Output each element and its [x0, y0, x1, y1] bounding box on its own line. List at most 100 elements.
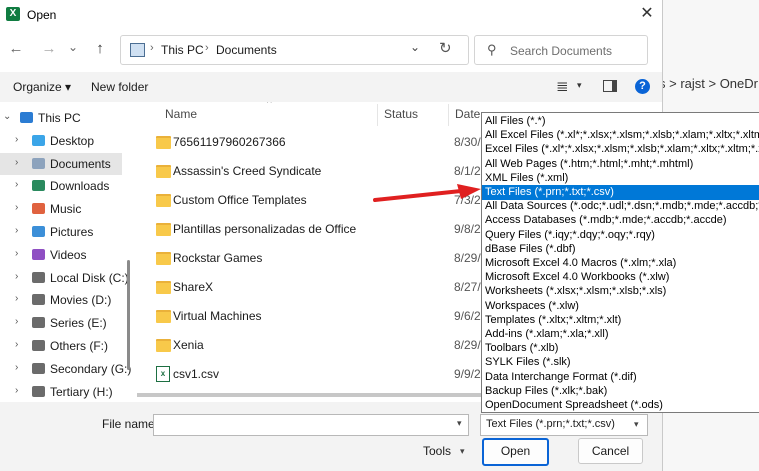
organize-button[interactable]: Organize ▾	[13, 80, 71, 94]
file-type-option[interactable]: Excel Files (*.xl*;*.xlsx;*.xlsm;*.xlsb;…	[482, 142, 759, 157]
navigation-scrollbar[interactable]	[127, 260, 130, 370]
chevron-right-icon[interactable]: ›	[15, 385, 18, 396]
column-header-status[interactable]: Status	[384, 107, 418, 121]
help-icon[interactable]: ?	[635, 79, 650, 94]
sidebar-item[interactable]: › Secondary (G:)	[0, 358, 131, 380]
folder-row[interactable]: Plantillas personalizadas de Office 9/8/2	[137, 214, 482, 243]
file-type-option[interactable]: Templates (*.xltx;*.xltm;*.xlt)	[482, 313, 759, 328]
file-type-option[interactable]: Microsoft Excel 4.0 Macros (*.xlm;*.xla)	[482, 256, 759, 271]
search-input[interactable]: Search Documents	[510, 44, 612, 58]
view-options-caret-icon[interactable]: ▾	[577, 80, 582, 91]
close-icon[interactable]: ✕	[636, 4, 658, 24]
folder-row[interactable]: Xenia 8/29/	[137, 330, 482, 359]
file-type-option[interactable]: Microsoft Excel 4.0 Workbooks (*.xlw)	[482, 270, 759, 285]
sidebar-item-label: Videos	[50, 247, 87, 262]
file-type-option[interactable]: All Data Sources (*.odc;*.udl;*.dsn;*.md…	[482, 199, 759, 214]
folder-icon	[156, 252, 171, 265]
sidebar-item[interactable]: › Pictures	[0, 221, 122, 243]
sidebar-item[interactable]: › Documents	[0, 152, 122, 175]
recent-locations-button[interactable]: ⌄	[62, 36, 84, 58]
cancel-button[interactable]: Cancel	[578, 438, 643, 464]
file-type-option[interactable]: All Web Pages (*.htm;*.html;*.mht;*.mhtm…	[482, 157, 759, 172]
chevron-right-icon[interactable]: ›	[15, 271, 18, 282]
file-type-select[interactable]: Text Files (*.prn;*.txt;*.csv) ▾	[480, 414, 648, 436]
column-divider[interactable]	[448, 104, 449, 126]
file-type-option[interactable]: Data Interchange Format (*.dif)	[482, 370, 759, 385]
file-type-option[interactable]: Toolbars (*.xlb)	[482, 341, 759, 356]
address-bar[interactable]: › This PC › Documents ⌄ ↻	[120, 35, 469, 65]
chevron-right-icon[interactable]: ›	[15, 362, 18, 373]
column-divider[interactable]	[377, 104, 378, 126]
open-button[interactable]: Open	[482, 438, 549, 466]
annotation-arrow-icon	[373, 184, 481, 202]
navigation-pane: ⌄ This PC › Desktop › Documents › Downloads › Mus…	[0, 102, 132, 402]
chevron-right-icon[interactable]: ›	[15, 293, 18, 304]
chevron-right-icon[interactable]: ›	[15, 202, 18, 213]
file-list-horizontal-scrollbar[interactable]	[137, 393, 482, 397]
chevron-down-icon[interactable]: ⌄	[3, 111, 11, 122]
file-name: 76561197960267366	[173, 135, 286, 149]
file-type-option[interactable]: dBase Files (*.dbf)	[482, 242, 759, 257]
sidebar-item[interactable]: › Music	[0, 198, 122, 220]
sidebar-item[interactable]: › Videos	[0, 244, 122, 266]
sidebar-item[interactable]: › Tertiary (H:)	[0, 381, 122, 403]
file-type-option[interactable]: XML Files (*.xml)	[482, 171, 759, 186]
file-type-option[interactable]: All Files (*.*)	[482, 114, 759, 129]
sidebar-item[interactable]: › Movies (D:)	[0, 289, 122, 311]
folder-row[interactable]: Assassin's Creed Syndicate 8/1/2	[137, 156, 482, 185]
file-type-option[interactable]: Workspaces (*.xlw)	[482, 299, 759, 314]
forward-button[interactable]: →	[38, 38, 60, 60]
file-date-modified: 8/29/	[454, 251, 481, 265]
sidebar-item[interactable]: › Downloads	[0, 175, 122, 197]
file-type-option[interactable]: OpenDocument Spreadsheet (*.ods)	[482, 398, 759, 412]
file-type-option[interactable]: Text Files (*.prn;*.txt;*.csv)	[482, 185, 759, 200]
sidebar-item[interactable]: › Local Disk (C:)	[0, 267, 129, 289]
file-type-option[interactable]: Access Databases (*.mdb;*.mde;*.accdb;*.…	[482, 213, 759, 228]
sidebar-item[interactable]: › Desktop	[0, 130, 122, 152]
chevron-right-icon[interactable]: ›	[15, 179, 18, 190]
column-header-date-modified[interactable]: Date modified	[455, 107, 482, 121]
file-type-option[interactable]: Backup Files (*.xlk;*.bak)	[482, 384, 759, 399]
chevron-right-icon[interactable]: ›	[15, 339, 18, 350]
chevron-right-icon[interactable]: ›	[15, 316, 18, 327]
file-type-option[interactable]: Add-ins (*.xlam;*.xla;*.xll)	[482, 327, 759, 342]
back-button[interactable]: ←	[5, 38, 27, 60]
file-name-dropdown-icon[interactable]: ▾	[457, 418, 462, 429]
view-options-icon[interactable]: ≣	[556, 77, 569, 95]
folder-row[interactable]: ShareX 8/27/	[137, 272, 482, 301]
column-header-name[interactable]: Name	[165, 107, 197, 121]
sidebar-item[interactable]: ⌄ This PC	[0, 107, 122, 129]
folder-row[interactable]: Virtual Machines 9/6/2	[137, 301, 482, 330]
refresh-icon[interactable]: ↻	[439, 39, 452, 57]
breadcrumb-documents[interactable]: Documents	[216, 43, 277, 57]
file-name-input[interactable]: ▾	[153, 414, 469, 436]
tools-caret-icon[interactable]: ▾	[460, 446, 465, 457]
chevron-right-icon[interactable]: ›	[15, 134, 18, 145]
new-folder-button[interactable]: New folder	[91, 80, 148, 94]
file-type-option[interactable]: SYLK Files (*.slk)	[482, 355, 759, 370]
file-row[interactable]: x csv1.csv 9/9/2	[137, 359, 482, 388]
file-type-option[interactable]: Query Files (*.iqy;*.dqy;*.oqy;*.rqy)	[482, 228, 759, 243]
file-type-option[interactable]: Worksheets (*.xlsx;*.xlsm;*.xlsb;*.xls)	[482, 284, 759, 299]
sidebar-item-label: Desktop	[50, 133, 95, 148]
folder-row[interactable]: Rockstar Games 8/29/	[137, 243, 482, 272]
preview-pane-icon[interactable]	[603, 80, 617, 92]
sidebar-item[interactable]: › Series (E:)	[0, 312, 122, 334]
tools-button[interactable]: Tools	[423, 444, 451, 458]
drive-icon	[32, 317, 45, 329]
chevron-right-icon[interactable]: ›	[15, 248, 18, 259]
address-history-chevron-icon[interactable]: ⌄	[410, 40, 420, 54]
breadcrumb-this-pc[interactable]: This PC	[161, 43, 204, 57]
file-list: Name ^ Status Date modified Type 7656119…	[137, 102, 482, 400]
chevron-down-icon[interactable]: ▾	[634, 419, 639, 430]
sidebar-item-label: Music	[50, 202, 82, 217]
up-button[interactable]: ↑	[89, 38, 111, 60]
folder-row[interactable]: 76561197960267366 8/30/	[137, 127, 482, 156]
chevron-right-icon[interactable]: ›	[15, 157, 18, 168]
file-date-modified: 8/1/2	[454, 164, 481, 178]
sidebar-item[interactable]: › Others (F:)	[0, 335, 122, 357]
search-box[interactable]: ⚲ Search Documents	[474, 35, 648, 65]
file-name: Assassin's Creed Syndicate	[173, 164, 322, 178]
chevron-right-icon[interactable]: ›	[15, 225, 18, 236]
file-type-option[interactable]: All Excel Files (*.xl*;*.xlsx;*.xlsm;*.x…	[482, 128, 759, 143]
